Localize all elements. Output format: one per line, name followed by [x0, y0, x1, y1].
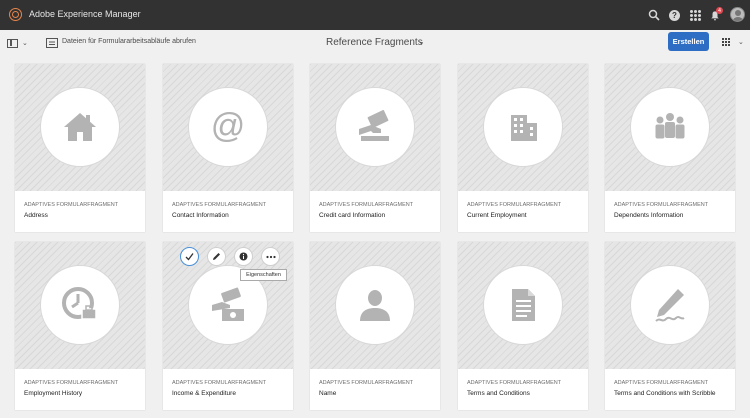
- aem-logo-icon[interactable]: [9, 8, 22, 21]
- card-title[interactable]: Contact Information: [172, 212, 229, 219]
- properties-tooltip: Eigenschaften: [240, 269, 287, 281]
- card-title[interactable]: Credit card Information: [319, 212, 385, 219]
- document-icon: [512, 289, 535, 321]
- card-type: ADAPTIVES FORMULARFRAGMENT: [319, 380, 414, 386]
- card-thumbnail[interactable]: [458, 64, 588, 191]
- card-title[interactable]: Employment History: [24, 390, 82, 397]
- card-thumbnail[interactable]: [605, 242, 735, 369]
- properties-button[interactable]: [234, 247, 253, 266]
- apps-grid-icon[interactable]: [690, 10, 701, 21]
- credit-card-hand-icon: [359, 110, 389, 141]
- card-thumbnail[interactable]: [310, 242, 440, 369]
- card-title[interactable]: Terms and Conditions with Scribble: [614, 390, 716, 397]
- edit-button[interactable]: [207, 247, 226, 266]
- card-thumbnail[interactable]: [458, 242, 588, 369]
- card-address[interactable]: ADAPTIVES FORMULARFRAGMENT Address: [15, 64, 145, 232]
- card-type: ADAPTIVES FORMULARFRAGMENT: [614, 380, 709, 386]
- card-type: ADAPTIVES FORMULARFRAGMENT: [24, 202, 119, 208]
- help-icon[interactable]: ?: [669, 10, 680, 21]
- card-dependents-information[interactable]: ADAPTIVES FORMULARFRAGMENT Dependents In…: [605, 64, 735, 232]
- card-thumbnail[interactable]: [15, 64, 145, 191]
- app-title[interactable]: Adobe Experience Manager: [29, 9, 141, 19]
- people-group-icon: [655, 113, 685, 139]
- view-switcher-icon[interactable]: [722, 38, 730, 46]
- card-type: ADAPTIVES FORMULARFRAGMENT: [172, 202, 267, 208]
- card-title[interactable]: Address: [24, 212, 48, 219]
- select-checkbox[interactable]: [180, 247, 199, 266]
- card-thumbnail[interactable]: [605, 64, 735, 191]
- person-icon: [360, 290, 390, 321]
- money-icon: [212, 287, 244, 321]
- card-title[interactable]: Terms and Conditions: [467, 390, 530, 397]
- ellipsis-icon: [265, 255, 276, 258]
- pencil-icon: [213, 253, 220, 260]
- card-type: ADAPTIVES FORMULARFRAGMENT: [467, 380, 562, 386]
- card-title[interactable]: Income & Expenditure: [172, 390, 236, 397]
- card-credit-card-information[interactable]: ADAPTIVES FORMULARFRAGMENT Credit card I…: [310, 64, 440, 232]
- more-actions-button[interactable]: [261, 247, 280, 266]
- card-title[interactable]: Current Employment: [467, 212, 527, 219]
- card-type: ADAPTIVES FORMULARFRAGMENT: [614, 202, 709, 208]
- card-thumbnail[interactable]: @: [163, 64, 293, 191]
- card-terms-conditions-scribble[interactable]: ADAPTIVES FORMULARFRAGMENT Terms and Con…: [605, 242, 735, 410]
- view-chevron-down-icon[interactable]: ⌄: [738, 38, 744, 46]
- checkmark-icon: [185, 253, 194, 261]
- notification-badge: 4: [716, 7, 723, 14]
- card-type: ADAPTIVES FORMULARFRAGMENT: [319, 202, 414, 208]
- title-chevron-down-icon[interactable]: ⌄: [418, 37, 425, 46]
- create-button[interactable]: Erstellen: [668, 32, 709, 51]
- rail-toggle-icon[interactable]: [7, 39, 18, 48]
- get-workflow-files-action[interactable]: Dateien für Formulararbeitsabläufe abruf…: [62, 38, 196, 45]
- card-type: ADAPTIVES FORMULARFRAGMENT: [172, 380, 267, 386]
- card-current-employment[interactable]: ADAPTIVES FORMULARFRAGMENT Current Emplo…: [458, 64, 588, 232]
- svg-text:@: @: [211, 107, 246, 145]
- card-type: ADAPTIVES FORMULARFRAGMENT: [467, 202, 562, 208]
- search-icon[interactable]: [648, 9, 660, 21]
- page-title[interactable]: Reference Fragments: [326, 37, 423, 48]
- card-title[interactable]: Name: [319, 390, 336, 397]
- card-terms-and-conditions[interactable]: ADAPTIVES FORMULARFRAGMENT Terms and Con…: [458, 242, 588, 410]
- info-icon: [239, 252, 248, 261]
- card-type: ADAPTIVES FORMULARFRAGMENT: [24, 380, 119, 386]
- card-income-expenditure[interactable]: ADAPTIVES FORMULARFRAGMENT Income & Expe…: [163, 242, 293, 410]
- house-icon: [64, 113, 96, 141]
- chevron-down-icon[interactable]: ⌄: [22, 39, 28, 47]
- pen-scribble-icon: [655, 289, 685, 322]
- at-sign-icon: @: [211, 107, 246, 145]
- clock-briefcase-icon: [62, 287, 97, 320]
- card-employment-history[interactable]: ADAPTIVES FORMULARFRAGMENT Employment Hi…: [15, 242, 145, 410]
- download-forms-icon[interactable]: [46, 38, 58, 48]
- building-icon: [511, 115, 537, 141]
- user-avatar[interactable]: [730, 7, 745, 22]
- card-name[interactable]: ADAPTIVES FORMULARFRAGMENT Name: [310, 242, 440, 410]
- card-title[interactable]: Dependents Information: [614, 212, 683, 219]
- card-thumbnail[interactable]: [310, 64, 440, 191]
- card-thumbnail[interactable]: [15, 242, 145, 369]
- app-header: Adobe Experience Manager ? 4: [0, 0, 750, 30]
- card-contact-information[interactable]: @ ADAPTIVES FORMULARFRAGMENT Contact Inf…: [163, 64, 293, 232]
